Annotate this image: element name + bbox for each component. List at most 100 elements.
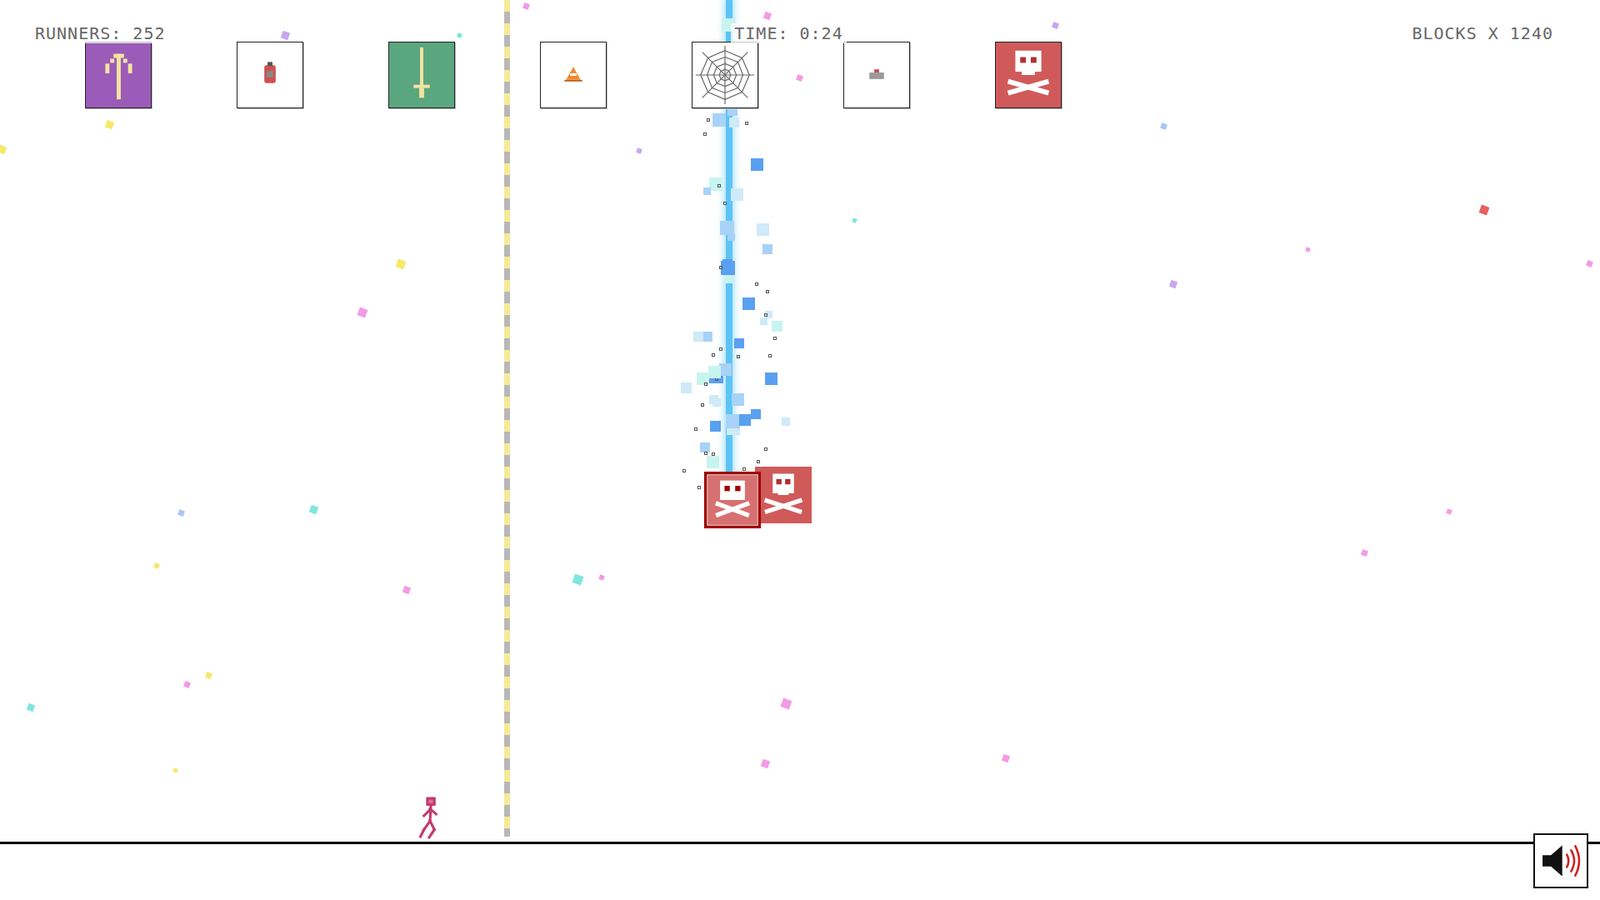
laser-particle bbox=[694, 427, 698, 431]
confetti bbox=[1445, 508, 1453, 515]
laser-particle bbox=[742, 297, 755, 310]
laser-particle bbox=[764, 447, 768, 451]
spider-web-icon bbox=[692, 42, 758, 108]
laser-particle bbox=[723, 274, 733, 284]
laser-particle bbox=[680, 382, 692, 394]
hud: RUNNERS: 252TIME: 0:24BLOCKS X 1240 bbox=[31, 23, 1557, 44]
laser-particle bbox=[709, 395, 719, 405]
confetti bbox=[1001, 754, 1010, 763]
jump-arrow-icon bbox=[85, 42, 151, 108]
laser-particle bbox=[704, 382, 708, 386]
finish-line bbox=[504, 0, 510, 837]
laser-particle bbox=[739, 414, 751, 426]
laser-particle bbox=[773, 336, 777, 340]
confetti bbox=[1305, 246, 1310, 252]
confetti bbox=[0, 145, 7, 155]
confetti bbox=[851, 217, 857, 223]
skull-block-icon[interactable] bbox=[755, 466, 812, 524]
laser-particle bbox=[768, 354, 772, 358]
laser-particle bbox=[764, 313, 768, 317]
skull-tool[interactable] bbox=[995, 41, 1062, 109]
confetti bbox=[357, 307, 369, 319]
confetti bbox=[105, 120, 115, 130]
laser-particle bbox=[765, 372, 778, 385]
confetti bbox=[153, 562, 160, 570]
confetti bbox=[598, 574, 605, 581]
laser-particle bbox=[760, 317, 768, 325]
confetti bbox=[26, 703, 35, 712]
tool-bar bbox=[85, 41, 1062, 109]
laser-particle bbox=[717, 184, 721, 188]
laser-particle bbox=[711, 353, 715, 357]
runner-icon bbox=[416, 796, 442, 840]
confetti bbox=[522, 2, 530, 10]
laser-particle bbox=[727, 233, 735, 241]
confetti bbox=[635, 147, 643, 155]
runners-count: RUNNERS: 252 bbox=[31, 23, 170, 44]
confetti bbox=[309, 505, 320, 515]
laser-particle bbox=[706, 118, 710, 122]
confetti bbox=[763, 11, 772, 20]
laser-particle bbox=[765, 290, 770, 294]
laser-particle bbox=[750, 409, 761, 420]
confetti bbox=[1169, 280, 1178, 289]
laser-particle bbox=[781, 417, 790, 426]
confetti bbox=[456, 32, 462, 38]
cone-tool[interactable] bbox=[540, 41, 607, 109]
web-tool[interactable] bbox=[691, 41, 759, 109]
confetti bbox=[760, 759, 771, 770]
laser-particle bbox=[742, 467, 746, 471]
laser-particle bbox=[725, 414, 740, 429]
laser-particle bbox=[700, 403, 705, 407]
ground-line bbox=[0, 841, 1600, 845]
laser-particle bbox=[756, 460, 760, 464]
confetti bbox=[395, 259, 407, 270]
plate-tool[interactable] bbox=[843, 41, 910, 109]
cone-icon bbox=[540, 42, 606, 108]
laser-particle bbox=[731, 393, 745, 406]
laser-particle bbox=[682, 469, 686, 473]
laser-particle bbox=[762, 244, 773, 255]
laser-particle bbox=[734, 338, 745, 349]
game-stage: RUNNERS: 252TIME: 0:24BLOCKS X 1240 bbox=[0, 0, 1600, 900]
laser-particle bbox=[719, 265, 723, 270]
confetti bbox=[183, 680, 191, 689]
skull-block-icon[interactable] bbox=[704, 471, 761, 529]
confetti bbox=[1585, 260, 1594, 268]
laser-particle bbox=[720, 260, 735, 275]
jump-tool[interactable] bbox=[85, 41, 152, 109]
laser-particle bbox=[711, 452, 715, 456]
laser-particle bbox=[755, 282, 759, 286]
laser-particle bbox=[750, 158, 764, 171]
pressure-plate-icon bbox=[844, 42, 910, 108]
laser-particle bbox=[723, 201, 727, 205]
bomb-icon bbox=[237, 42, 303, 108]
laser-particle bbox=[719, 363, 732, 376]
confetti bbox=[280, 30, 291, 41]
skull-icon bbox=[995, 42, 1061, 108]
laser-particle bbox=[693, 331, 704, 342]
blocks-count: BLOCKS X 1240 bbox=[1408, 23, 1557, 44]
speaker-icon bbox=[1538, 838, 1584, 884]
laser-particle bbox=[736, 355, 740, 359]
laser-particle bbox=[706, 455, 720, 469]
confetti bbox=[780, 697, 792, 710]
laser-particle bbox=[729, 117, 740, 128]
confetti bbox=[571, 573, 584, 585]
bomb-tool[interactable] bbox=[236, 41, 304, 109]
laser-particle bbox=[703, 187, 711, 195]
confetti bbox=[1051, 21, 1060, 30]
sword-icon bbox=[389, 42, 455, 108]
laser-particle bbox=[756, 223, 770, 236]
laser-particle bbox=[697, 485, 701, 490]
confetti bbox=[402, 585, 411, 595]
confetti bbox=[1360, 549, 1369, 557]
laser-particle bbox=[720, 220, 735, 235]
laser-particle bbox=[704, 451, 708, 455]
confetti bbox=[205, 671, 213, 680]
laser-particle bbox=[708, 365, 721, 379]
sword-tool[interactable] bbox=[388, 41, 455, 109]
laser-particle bbox=[710, 420, 721, 432]
sound-button[interactable] bbox=[1533, 833, 1589, 889]
confetti bbox=[795, 74, 804, 82]
